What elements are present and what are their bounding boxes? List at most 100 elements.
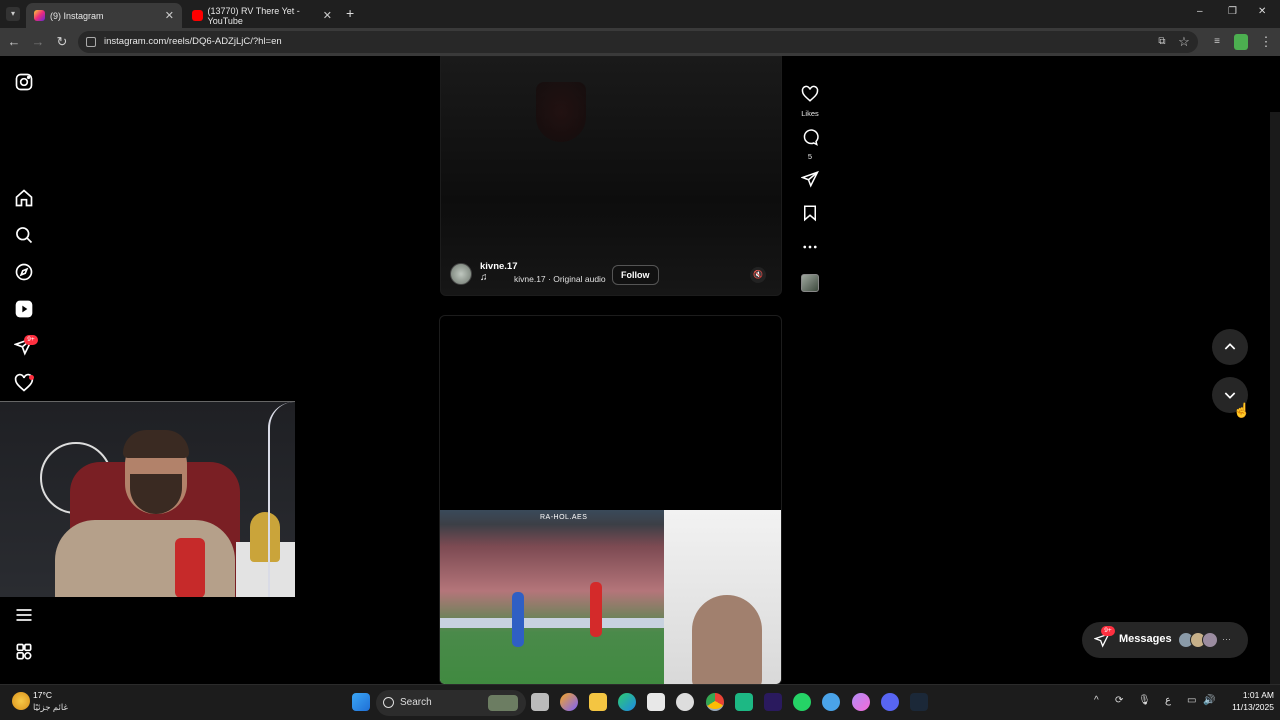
messages-button[interactable]: 9+ Messages ··· bbox=[1082, 622, 1248, 658]
search-icon[interactable] bbox=[14, 225, 34, 245]
show-hidden-icons-icon[interactable]: ^ bbox=[1094, 695, 1099, 706]
mouse-cursor-icon: ☝ bbox=[1233, 402, 1251, 418]
forward-arrow-icon[interactable]: → bbox=[30, 34, 46, 50]
like-button[interactable]: Likes bbox=[798, 85, 822, 118]
heart-icon bbox=[801, 85, 819, 102]
player-red bbox=[590, 582, 602, 637]
home-icon[interactable] bbox=[14, 188, 34, 208]
comment-icon bbox=[803, 129, 819, 146]
comments-count: 5 bbox=[807, 152, 813, 161]
bookmark-icon bbox=[804, 205, 816, 222]
reel-audio-link[interactable]: kivne.17 · Original audio bbox=[514, 274, 606, 284]
streamer-hair bbox=[123, 430, 189, 458]
site-info-icon[interactable] bbox=[86, 37, 96, 47]
close-tab-icon[interactable]: ✕ bbox=[323, 9, 332, 22]
share-button[interactable] bbox=[798, 170, 822, 193]
app-icon-green[interactable] bbox=[735, 693, 753, 711]
browser-menu-icon[interactable]: ⋮ bbox=[1258, 34, 1274, 50]
scrollbar-thumb[interactable] bbox=[1272, 118, 1278, 684]
windows-start-icon[interactable] bbox=[352, 693, 370, 711]
browser-toolbar: ← → ↻ instagram.com/reels/DQ6-ADZjLjC/?h… bbox=[0, 28, 1280, 56]
network-sync-icon[interactable]: ⟳ bbox=[1115, 695, 1123, 706]
microphone bbox=[175, 538, 205, 597]
chrome-icon[interactable] bbox=[706, 693, 724, 711]
weather-partly-cloudy-icon bbox=[12, 692, 30, 710]
tab-search-dropdown[interactable]: ▾ bbox=[6, 7, 20, 21]
address-bar[interactable]: instagram.com/reels/DQ6-ADZjLjC/?hl=en bbox=[78, 31, 1198, 53]
avatar bbox=[1202, 632, 1218, 648]
follow-button[interactable]: Follow bbox=[612, 265, 659, 285]
more-menu-icon[interactable] bbox=[14, 605, 34, 625]
instagram-reels-page: 9+ kivne.17 ♫ kivne.17 · Original audio … bbox=[0, 56, 1280, 684]
task-view-icon[interactable] bbox=[531, 693, 549, 711]
chevron-down-icon bbox=[1224, 392, 1236, 399]
youtube-favicon-icon bbox=[192, 10, 203, 21]
media-controls-icon[interactable]: ≡ bbox=[1209, 34, 1225, 50]
clock-date: 11/13/2025 bbox=[1232, 702, 1274, 712]
streamer-webcam-overlay bbox=[0, 401, 295, 597]
app-icon-blue[interactable] bbox=[822, 693, 840, 711]
taskbar-clock[interactable]: 1:01 AM 11/13/2025 bbox=[1216, 689, 1274, 713]
more-options-button[interactable] bbox=[798, 238, 822, 261]
avatar[interactable] bbox=[450, 263, 472, 285]
comment-button[interactable]: 5 bbox=[798, 128, 822, 161]
advertising-board bbox=[440, 618, 664, 628]
minimize-button[interactable]: – bbox=[1197, 6, 1203, 17]
reel-video-current[interactable]: RA-HOL.AES bbox=[439, 315, 782, 684]
steam-icon[interactable] bbox=[910, 693, 928, 711]
football-match-clip: RA-HOL.AES bbox=[440, 510, 664, 684]
club-crest-graphic bbox=[536, 82, 586, 142]
copilot-icon[interactable] bbox=[560, 693, 578, 711]
clock-time: 1:01 AM bbox=[1242, 690, 1274, 700]
tab-instagram[interactable]: (9) Instagram ✕ bbox=[26, 3, 182, 28]
install-app-icon[interactable]: ⧉ bbox=[1154, 34, 1170, 50]
premiere-pro-icon[interactable] bbox=[764, 693, 782, 711]
audio-thumbnail[interactable] bbox=[801, 274, 819, 292]
likes-label: Likes bbox=[801, 109, 819, 118]
new-tab-button[interactable]: + bbox=[346, 5, 354, 21]
chevron-up-icon bbox=[1224, 343, 1236, 350]
notification-badge: 9+ bbox=[24, 335, 38, 345]
discord-icon[interactable] bbox=[881, 693, 899, 711]
instagram-logo-icon[interactable] bbox=[14, 72, 34, 92]
page-scrollbar[interactable] bbox=[1270, 112, 1280, 684]
more-horizontal-icon bbox=[803, 245, 817, 249]
extension-icon[interactable] bbox=[1234, 34, 1248, 50]
music-app-icon[interactable] bbox=[852, 693, 870, 711]
music-note-icon: ♫ bbox=[480, 272, 488, 283]
edge-icon[interactable] bbox=[618, 693, 636, 711]
reel-owner-bar: kivne.17 ♫ kivne.17 · Original audio Fol… bbox=[450, 261, 770, 289]
reel-username[interactable]: kivne.17 bbox=[480, 261, 518, 272]
taskbar-search[interactable]: Search bbox=[376, 690, 526, 716]
reactor-face bbox=[692, 595, 762, 684]
microphone-icon[interactable]: 🎙 bbox=[1138, 695, 1151, 706]
alienware-icon[interactable] bbox=[676, 693, 694, 711]
back-arrow-icon[interactable]: ← bbox=[6, 34, 22, 50]
restore-button[interactable]: ❐ bbox=[1228, 6, 1237, 17]
mute-icon[interactable]: 🔇 bbox=[750, 267, 766, 283]
also-from-meta-icon[interactable] bbox=[14, 642, 34, 662]
close-window-button[interactable]: ✕ bbox=[1258, 6, 1266, 17]
browser-tab-bar: ▾ (9) Instagram ✕ (13770) RV There Yet -… bbox=[0, 0, 1280, 28]
reel-video-previous[interactable] bbox=[440, 56, 782, 296]
notification-dot bbox=[29, 375, 34, 380]
close-tab-icon[interactable]: ✕ bbox=[165, 9, 174, 22]
whatsapp-icon[interactable] bbox=[793, 693, 811, 711]
tab-title: (9) Instagram bbox=[50, 10, 104, 21]
reload-icon[interactable]: ↻ bbox=[54, 34, 70, 50]
reels-icon[interactable] bbox=[14, 299, 34, 319]
previous-reel-button[interactable] bbox=[1212, 329, 1248, 365]
volume-icon[interactable]: 🔊 bbox=[1203, 695, 1215, 706]
video-frame[interactable]: RA-HOL.AES bbox=[440, 510, 781, 684]
tab-youtube[interactable]: (13770) RV There Yet - YouTube ✕ bbox=[184, 3, 340, 28]
store-icon[interactable] bbox=[647, 693, 665, 711]
file-explorer-icon[interactable] bbox=[589, 693, 607, 711]
save-button[interactable] bbox=[798, 204, 822, 227]
weather-widget[interactable]: 17°C غائم جزئيًا bbox=[10, 688, 90, 718]
display-icon[interactable]: ▭ bbox=[1187, 695, 1196, 706]
explore-compass-icon[interactable] bbox=[14, 262, 34, 282]
search-highlight-image bbox=[488, 695, 518, 711]
weather-condition: غائم جزئيًا bbox=[33, 702, 68, 712]
language-indicator[interactable]: ع bbox=[1165, 695, 1171, 706]
bookmark-star-icon[interactable]: ☆ bbox=[1176, 34, 1192, 50]
